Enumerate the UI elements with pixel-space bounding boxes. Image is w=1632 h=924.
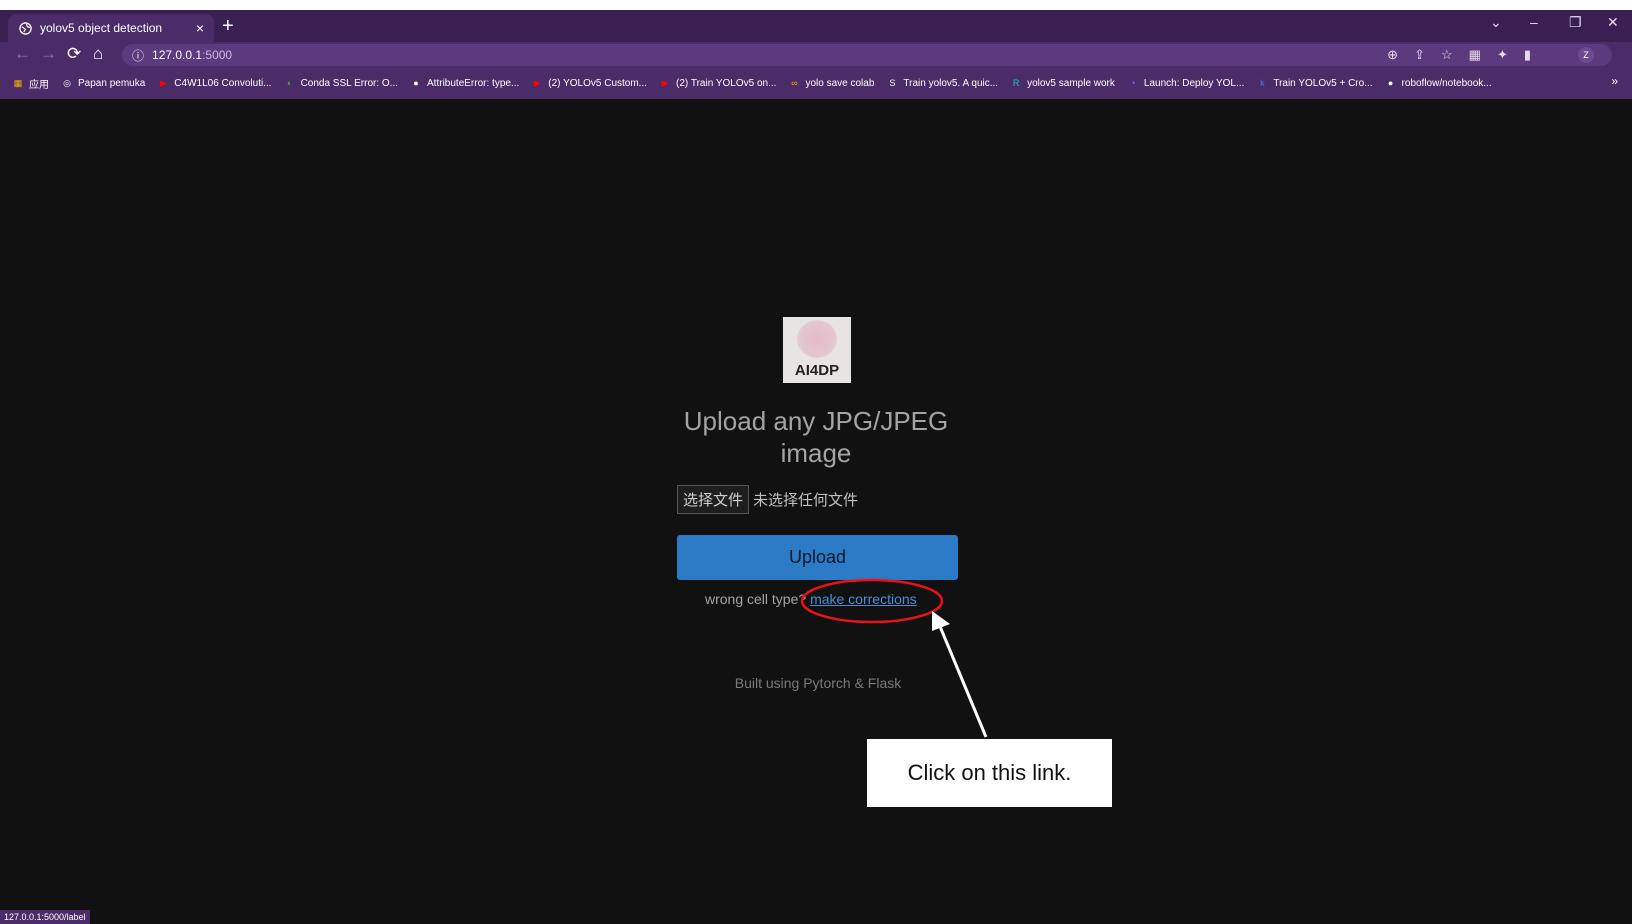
instruction-callout: Click on this link. (867, 739, 1112, 807)
highlight-ellipse (800, 578, 944, 624)
pointer-arrow-line (937, 623, 988, 738)
status-bar-url: 127.0.0.1:5000/label (0, 910, 90, 924)
annotation-overlay (800, 578, 988, 738)
